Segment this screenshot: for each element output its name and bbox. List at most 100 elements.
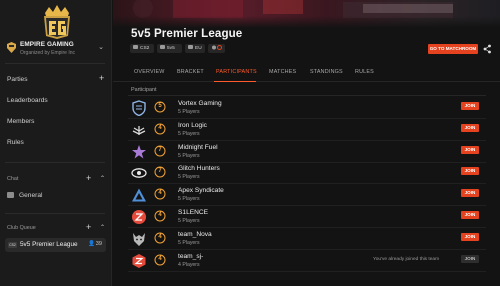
skill-level: 4 (158, 233, 162, 240)
tab-participants[interactable]: PARTICIPANTS (216, 69, 257, 75)
team-player-count: 5 Players (178, 130, 200, 137)
sidebar-item-parties[interactable]: Parties (7, 76, 28, 83)
game-tag: CS2 (130, 44, 154, 53)
club-switcher[interactable]: EMPIRE GAMING Organized by Empire Inc ⌄ (5, 40, 109, 60)
team-name[interactable]: Vortex Gaming (178, 100, 222, 107)
team-name[interactable]: Iron Logic (178, 122, 207, 129)
team-player-count: 4 Players (178, 261, 200, 268)
shield-logo-icon (132, 100, 146, 116)
league-banner (113, 0, 500, 28)
game-badge: CS2 (8, 242, 17, 248)
join-button[interactable]: JOIN (461, 254, 479, 263)
chat-channel-label: General (19, 192, 43, 199)
participant-row-vortex-gaming: 5 Vortex Gaming 5 Players JOIN (128, 97, 486, 119)
chat-channel-general[interactable]: General (7, 192, 42, 199)
skill-level: 4 (158, 212, 162, 218)
status-tag (208, 44, 225, 53)
cube-logo-icon (132, 253, 146, 268)
divider (5, 162, 105, 163)
eye-logo-icon (131, 168, 147, 179)
location-pin-icon (188, 45, 193, 49)
chevron-up-icon[interactable]: ⌃ (100, 224, 105, 231)
add-queue-icon[interactable]: + (86, 223, 91, 232)
sidebar-item-rules[interactable]: Rules (7, 139, 24, 146)
team-player-count: 5 Players (178, 152, 200, 159)
participant-row-midnight-fuel: 7 Midnight Fuel 5 Players JOIN (128, 141, 486, 163)
divider (5, 63, 105, 64)
goto-matchroom-button[interactable]: GO TO MATCHROOM (428, 44, 478, 54)
team-player-count: 5 Players (178, 174, 200, 181)
join-button[interactable]: JOIN (461, 145, 479, 154)
participant-row-team-sj: 4 team_sj- 4 Players You've already join… (128, 250, 486, 272)
queue-member-count: 👤 39 (88, 241, 102, 247)
chevron-up-icon[interactable]: ⌃ (100, 175, 105, 182)
skill-level: 7 (158, 146, 162, 153)
tab-matches[interactable]: MATCHES (269, 69, 296, 75)
participant-column-header: Participant (131, 87, 157, 93)
team-name[interactable]: Midnight Fuel (178, 144, 218, 151)
divider (128, 95, 486, 96)
team-name[interactable]: team_Nova (178, 231, 212, 238)
sidebar: EMPIRE GAMING Organized by Empire Inc ⌄ … (0, 0, 112, 286)
participant-row-glitch-hunters: 7 Glitch Hunters 5 Players JOIN (128, 162, 486, 185)
skill-level: 7 (158, 168, 162, 175)
participant-row-iron-logic: 4 Iron Logic 5 Players JOIN (128, 119, 486, 141)
team-name[interactable]: Apex Syndicate (178, 187, 224, 194)
tab-standings[interactable]: STANDINGS (310, 69, 343, 75)
team-player-count: 5 Players (178, 218, 200, 224)
skill-level: 5 (158, 103, 162, 109)
s1lence-logo-icon (132, 210, 146, 224)
queue-item-label: 5v5 Premier League (20, 241, 78, 248)
team-name[interactable]: team_sj- (178, 253, 203, 260)
join-button[interactable]: JOIN (461, 211, 479, 219)
club-organizer: Organized by Empire Inc (20, 50, 76, 56)
versus-icon (160, 45, 165, 49)
club-name: EMPIRE GAMING (20, 41, 74, 48)
status-icons (212, 45, 222, 50)
participant-row-apex-syndicate: 4 Apex Syndicate 5 Players JOIN (128, 184, 486, 207)
tab-overview[interactable]: OVERVIEW (134, 69, 165, 75)
team-name[interactable]: S1LENCE (178, 209, 208, 216)
wolf-logo-icon (133, 232, 145, 246)
skill-level: 4 (158, 124, 162, 131)
join-button[interactable]: JOIN (461, 189, 479, 198)
tab-bar: OVERVIEW BRACKET PARTICIPANTS MATCHES ST… (113, 63, 500, 82)
sidebar-item-leaderboards[interactable]: Leaderboards (7, 97, 48, 104)
triangle-logo-icon (132, 188, 146, 202)
wings-logo-icon (132, 125, 146, 135)
region-tag: EU (185, 44, 205, 53)
join-button[interactable]: JOIN (461, 167, 479, 176)
skill-level: 4 (158, 190, 162, 197)
tab-rules[interactable]: RULES (355, 69, 374, 75)
team-name[interactable]: Glitch Hunters (178, 165, 220, 172)
add-chat-icon[interactable]: + (86, 174, 91, 183)
sidebar-item-members[interactable]: Members (7, 118, 34, 125)
empire-gaming-logo-icon (44, 5, 70, 39)
chat-section-label: Chat (7, 176, 19, 182)
queue-section-label: Club Queue (7, 225, 36, 231)
mode-tag: 5v5 (157, 44, 182, 53)
chat-bubble-icon (7, 192, 14, 198)
skill-level: 4 (158, 255, 162, 262)
participant-row-team-nova: 4 team_Nova 5 Players JOIN (128, 228, 486, 250)
star-logo-icon (132, 144, 146, 159)
join-button[interactable]: JOIN (461, 102, 479, 110)
chevron-down-icon[interactable]: ⌄ (98, 43, 104, 51)
share-icon[interactable] (483, 44, 492, 54)
club-badge-icon (7, 42, 16, 53)
divider (5, 213, 105, 214)
team-player-count: 5 Players (178, 239, 200, 246)
add-party-icon[interactable]: + (99, 74, 104, 83)
queue-item-premier-league[interactable]: CS2 5v5 Premier League 👤 39 (5, 238, 106, 252)
row-divider (128, 270, 486, 272)
join-button[interactable]: JOIN (461, 123, 479, 132)
tab-bracket[interactable]: BRACKET (177, 69, 204, 75)
team-player-count: 5 Players (178, 196, 200, 203)
active-tab-indicator (214, 81, 256, 82)
joined-note: You've already joined this team (373, 256, 440, 262)
page-title: 5v5 Premier League (131, 27, 243, 40)
join-button[interactable]: JOIN (461, 232, 479, 241)
controller-icon (133, 45, 138, 49)
team-player-count: 5 Players (178, 109, 200, 115)
participant-row-s1lence: 4 S1LENCE 5 Players JOIN (128, 206, 486, 228)
